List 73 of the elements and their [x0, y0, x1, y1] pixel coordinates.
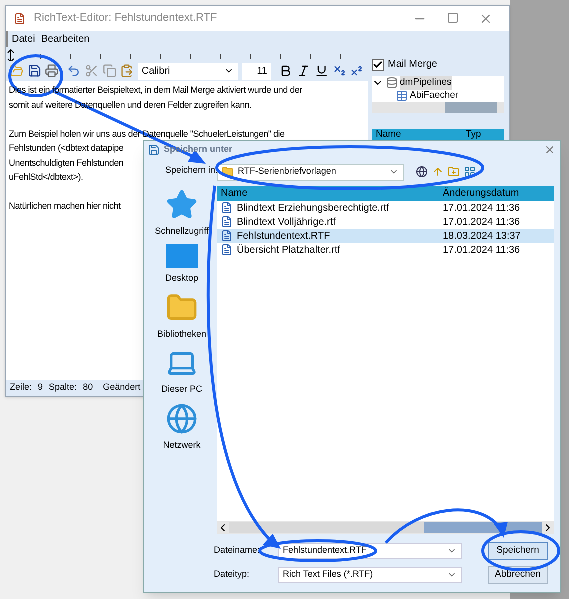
filetype-dropdown[interactable]: Rich Text Files (*.RTF) [278, 567, 462, 583]
desktop-icon [166, 244, 198, 268]
file-date: 18.03.2024 13:37 [442, 230, 522, 244]
horizontal-scrollbar[interactable] [217, 521, 554, 534]
database-icon [386, 77, 398, 90]
column-header[interactable]: Name [217, 186, 439, 201]
italic-icon[interactable] [297, 64, 311, 78]
field-label: Speichern in: [165, 164, 218, 177]
place-item[interactable]: Bibliotheken [157, 328, 207, 341]
file-name: Blindtext Erziehungsberechtigte.rtf [237, 202, 390, 216]
text-line: Unentschuldigten Fehlstunden [9, 156, 124, 170]
status-text: Geändert [103, 381, 141, 394]
field-label: Dateiname: [214, 544, 262, 558]
column-header[interactable]: Änderungsdatum [439, 186, 524, 201]
subscript-icon[interactable] [332, 64, 346, 78]
dialog-icon [148, 144, 160, 156]
underline-icon[interactable] [314, 64, 329, 78]
print-icon[interactable] [45, 64, 60, 78]
filename-field[interactable]: Fehlstundentext.RTF [278, 543, 462, 559]
place-item[interactable]: Desktop [165, 272, 199, 286]
bold-icon[interactable] [279, 64, 294, 78]
view-menu-icon[interactable] [464, 166, 476, 178]
document-icon [221, 216, 233, 228]
font-field[interactable]: Calibri [138, 62, 238, 80]
file-row[interactable]: Fehlstundentext.RTF 18.03.2024 13:37 [217, 229, 554, 243]
document-icon [221, 202, 233, 214]
close-icon[interactable] [544, 144, 556, 156]
paste-icon[interactable] [120, 64, 134, 78]
place-item[interactable]: Schnellzugriff [155, 224, 209, 238]
save-button[interactable]: Speichern [488, 542, 548, 560]
file-date: 17.01.2024 11:36 [442, 216, 522, 230]
checkbox[interactable] [372, 58, 384, 70]
tree-item[interactable]: dmPipelines [400, 76, 452, 90]
column-header[interactable]: Name [372, 128, 462, 143]
status-value: 80 [83, 381, 94, 394]
checkbox-label: Mail Merge [388, 58, 438, 72]
column-header[interactable]: Typ [462, 128, 486, 143]
text-line: uFehlStd</dbtext>). [9, 171, 84, 184]
file-row[interactable]: Blindtext Volljährige.rtf 17.01.2024 11:36 [217, 215, 554, 229]
document-icon [221, 244, 233, 256]
status-label: Spalte: [49, 381, 78, 394]
menu-item[interactable]: Datei [12, 32, 36, 46]
superscript-icon[interactable] [350, 64, 364, 78]
font-size-field[interactable]: 11 [242, 62, 272, 80]
status-label: Zeile: [10, 381, 32, 394]
app-icon [14, 12, 26, 24]
menu-item[interactable]: Bearbeiten [41, 32, 90, 46]
star-icon [166, 188, 198, 220]
file-row[interactable]: Übersicht Platzhalter.rtf 17.01.2024 11:36 [217, 243, 554, 257]
save-icon[interactable] [28, 64, 42, 78]
table-icon [396, 90, 408, 102]
open-folder-icon[interactable] [10, 64, 24, 78]
file-row[interactable]: Blindtext Erziehungsberechtigte.rtf 17.01.2024 11:36 [217, 201, 554, 215]
network-icon [166, 402, 198, 434]
maximize-icon[interactable] [447, 12, 459, 24]
place-item[interactable]: Netzwerk [163, 438, 201, 452]
tree-item[interactable]: AbiFaecher [410, 90, 459, 102]
text-line: Natürlichen machen hier nicht [9, 200, 121, 213]
folder-dropdown[interactable]: RTF-Serienbriefvorlagen [217, 164, 404, 180]
file-name: Fehlstundentext.RTF [237, 230, 330, 244]
text-line: Zum Beispiel holen wir uns aus der Datenquelle "SchuelerLeistungen" die [9, 128, 285, 141]
document-icon [221, 230, 233, 242]
field-label: Dateityp: [214, 568, 251, 582]
file-date: 17.01.2024 11:36 [442, 202, 522, 216]
horizontal-scrollbar[interactable] [372, 102, 504, 113]
file-name: Blindtext Volljährige.rtf [237, 216, 336, 230]
file-name: Übersicht Platzhalter.rtf [237, 244, 340, 258]
text-line: Fehlstunden (<dbtext datapipe [9, 142, 124, 155]
undo-icon[interactable] [67, 64, 81, 78]
file-date: 17.01.2024 11:36 [442, 244, 522, 258]
place-item[interactable]: Dieser PC [161, 383, 202, 396]
status-value: 9 [38, 381, 44, 394]
window-title: RichText-Editor: Fehlstundentext.RTF [34, 11, 218, 26]
